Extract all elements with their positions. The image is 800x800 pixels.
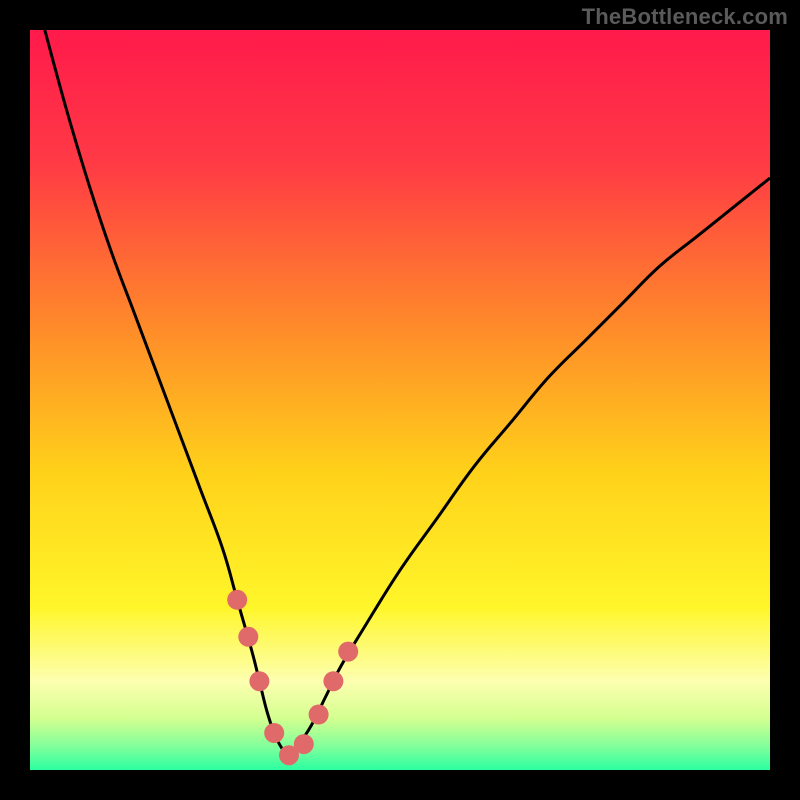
marker-dot	[238, 627, 258, 647]
chart-stage: TheBottleneck.com	[0, 0, 800, 800]
marker-dot	[323, 671, 343, 691]
marker-group	[227, 590, 358, 765]
marker-dot	[309, 705, 329, 725]
marker-layer	[30, 30, 770, 770]
watermark-text: TheBottleneck.com	[582, 4, 788, 30]
plot-frame	[30, 30, 770, 770]
marker-dot	[294, 734, 314, 754]
marker-dot	[264, 723, 284, 743]
marker-dot	[249, 671, 269, 691]
marker-dot	[227, 590, 247, 610]
marker-dot	[338, 642, 358, 662]
